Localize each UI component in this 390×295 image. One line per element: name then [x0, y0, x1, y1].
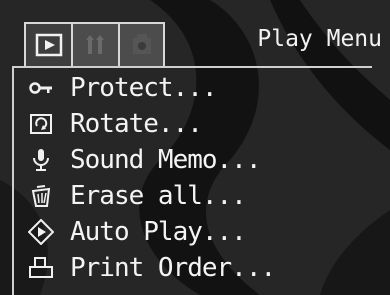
menu-tabs — [24, 22, 165, 66]
menu-item-label: Erase all... — [70, 181, 247, 211]
tab-camera-settings[interactable] — [118, 22, 165, 66]
menu-item-erase-all[interactable]: Erase all... — [28, 178, 275, 214]
play-icon — [35, 33, 62, 57]
menu-item-rotate[interactable]: Rotate... — [28, 106, 275, 142]
menu-item-print-order[interactable]: Print Order... — [28, 250, 276, 286]
camera-screen: Play Menu Protect... Rotate... Sound Mem… — [0, 0, 390, 295]
trash-icon — [31, 185, 51, 207]
microphone-icon — [33, 149, 49, 171]
page-title: Play Menu — [257, 26, 382, 52]
tab-play[interactable] — [24, 22, 71, 66]
menu-item-label: Protect... — [70, 73, 218, 103]
camera-settings-icon — [132, 34, 151, 54]
menu-item-label: Auto Play... — [70, 217, 247, 247]
menu-item-label: Print Order... — [70, 253, 276, 283]
auto-play-icon — [28, 219, 54, 245]
key-icon — [29, 82, 52, 94]
play-menu-list: Protect... Rotate... Sound Memo... Erase… — [28, 70, 276, 286]
menu-item-protect[interactable]: Protect... — [28, 70, 275, 106]
print-icon — [29, 257, 53, 278]
tab-settings[interactable] — [71, 22, 118, 66]
settings-icon — [85, 35, 104, 54]
menu-item-label: Sound Memo... — [70, 145, 261, 175]
menu-item-label: Rotate... — [70, 109, 203, 139]
menu-item-auto-play[interactable]: Auto Play... — [28, 214, 275, 250]
menu-item-sound-memo[interactable]: Sound Memo... — [28, 142, 275, 178]
rotate-icon — [30, 114, 52, 134]
